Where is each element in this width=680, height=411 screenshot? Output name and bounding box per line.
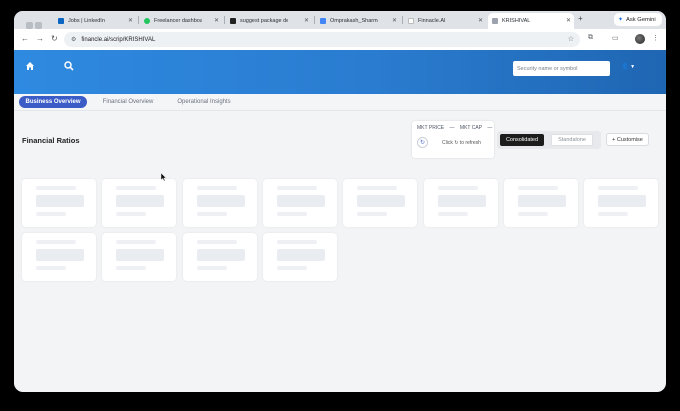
ratio-card-skeleton — [22, 179, 96, 227]
standalone-option[interactable]: Standalone — [551, 134, 593, 146]
docs-icon — [320, 18, 326, 24]
user-menu[interactable]: 👤 ▼ — [621, 63, 635, 70]
chevron-down-icon: ▼ — [630, 64, 636, 70]
close-tab-icon[interactable]: ✕ — [214, 17, 219, 24]
reload-icon[interactable]: ↻ — [51, 34, 58, 43]
tab-resume-doc[interactable]: Omprakash_Sharma_ ✕ — [316, 13, 400, 29]
tab-suggest-package[interactable]: suggest package dev ✕ — [226, 13, 312, 29]
ratio-card-skeleton — [503, 179, 578, 227]
ratio-card-skeleton — [262, 233, 337, 281]
app-header: 👤 ▼ — [14, 50, 666, 94]
tab-label: Omprakash_Sharma_ — [330, 18, 378, 24]
tab-freelancer[interactable]: Freelancer dashboard ✕ — [140, 13, 222, 29]
address-bar[interactable]: ⚙ financle.ai/scrip/KRISHIVAL ☆ — [64, 32, 580, 47]
close-tab-icon[interactable]: ✕ — [566, 17, 571, 24]
openai-icon — [230, 18, 236, 24]
site-settings-icon[interactable]: ⚙ — [71, 36, 76, 43]
market-price-box: MKT PRICE — MKT CAP — ↻ Click ↻ to refre… — [412, 121, 494, 158]
section-tabs: Business Overview Financial Overview Ope… — [14, 94, 666, 111]
user-icon: 👤 — [621, 64, 629, 70]
view-toggle: Consolidated Standalone — [497, 131, 601, 149]
tab-groups-icon[interactable] — [26, 16, 52, 47]
refresh-hint: Click ↻ to refresh — [442, 140, 481, 146]
browser-toolbar: ← → ↻ ⚙ financle.ai/scrip/KRISHIVAL ☆ ⧉ … — [14, 29, 666, 50]
tab-krishival[interactable]: KRISHIVAL ✕ — [488, 13, 574, 29]
tab-linkedin[interactable]: Jobs | LinkedIn ✕ — [54, 13, 136, 29]
ratio-card-skeleton — [102, 233, 177, 281]
side-panel-icon[interactable]: ▭ — [612, 34, 619, 42]
tab-financial-overview[interactable]: Financial Overview — [96, 96, 160, 108]
mkt-cap-value: — — [487, 125, 493, 131]
url-text: financle.ai/scrip/KRISHIVAL — [81, 36, 156, 43]
ratio-card-skeleton — [182, 233, 257, 281]
ratio-card-skeleton — [423, 179, 498, 227]
bookmark-star-icon[interactable]: ☆ — [568, 35, 574, 43]
tab-business-overview[interactable]: Business Overview — [19, 96, 87, 108]
ratio-card-skeleton — [262, 179, 337, 227]
search-icon[interactable] — [64, 61, 74, 71]
mkt-cap-label: MKT CAP — [459, 125, 482, 131]
freelancer-icon — [144, 18, 150, 24]
tab-label: Freelancer dashboard — [154, 18, 202, 24]
ratio-card-skeleton — [584, 179, 659, 227]
tab-finnacle[interactable]: Finnacle.AI ✕ — [404, 13, 486, 29]
tab-strip: Jobs | LinkedIn ✕ Freelancer dashboard ✕… — [14, 11, 666, 47]
tab-label: Finnacle.AI — [418, 18, 446, 24]
extensions-icon[interactable]: ⧉ — [588, 34, 593, 42]
tab-label: KRISHIVAL — [502, 18, 531, 24]
gemini-star-icon: ✦ — [618, 17, 624, 23]
ratio-card-skeleton — [182, 179, 257, 227]
ratio-card-skeleton — [102, 179, 177, 227]
back-icon[interactable]: ← — [21, 34, 29, 43]
mouse-cursor-icon — [161, 173, 167, 181]
section-title: Financial Ratios — [22, 136, 80, 145]
tab-label: suggest package dev — [240, 18, 288, 24]
ratio-card-skeleton — [22, 233, 96, 281]
home-icon[interactable] — [25, 61, 35, 71]
upload-icon — [492, 18, 498, 24]
ratio-card-skeleton — [343, 179, 418, 227]
ask-gemini-label: Ask Gemini — [626, 16, 656, 23]
browser-window: Jobs | LinkedIn ✕ Freelancer dashboard ✕… — [14, 11, 666, 392]
market-summary: MKT PRICE — MKT CAP — — [417, 125, 496, 131]
customise-button[interactable]: + Customise — [606, 133, 649, 146]
tab-label: Jobs | LinkedIn — [68, 18, 105, 24]
consolidated-option[interactable]: Consolidated — [500, 134, 544, 146]
close-tab-icon[interactable]: ✕ — [392, 17, 397, 24]
close-tab-icon[interactable]: ✕ — [128, 17, 133, 24]
security-search-input[interactable] — [513, 61, 610, 76]
mkt-price-label: MKT PRICE — [417, 125, 445, 131]
mkt-price-value: — — [449, 125, 455, 131]
more-menu-icon[interactable]: ⋮ — [652, 34, 659, 42]
close-tab-icon[interactable]: ✕ — [304, 17, 309, 24]
ask-gemini-button[interactable]: ✦ Ask Gemini — [614, 13, 662, 26]
refresh-button[interactable]: ↻ — [417, 137, 428, 148]
page-icon — [408, 18, 414, 24]
new-tab-button[interactable]: + — [578, 14, 583, 23]
refresh-icon: ↻ — [419, 140, 426, 146]
forward-icon[interactable]: → — [36, 34, 44, 43]
tab-operational-insights[interactable]: Operational Insights — [170, 96, 238, 108]
linkedin-icon — [58, 18, 64, 24]
profile-avatar[interactable] — [635, 34, 645, 44]
close-tab-icon[interactable]: ✕ — [478, 17, 483, 24]
